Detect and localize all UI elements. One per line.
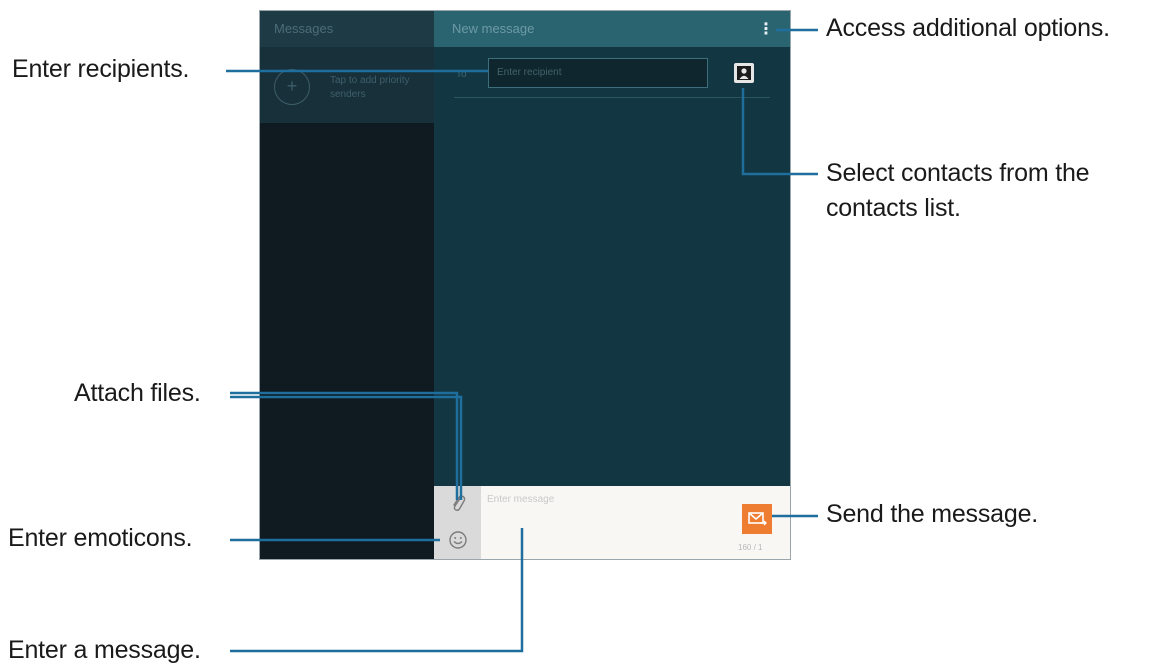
message-input[interactable]: Enter message bbox=[481, 486, 731, 559]
send-envelope-icon bbox=[748, 512, 767, 526]
compose-header: New message ⋮ bbox=[434, 11, 790, 47]
contacts-icon[interactable] bbox=[734, 63, 754, 83]
send-button[interactable] bbox=[742, 504, 772, 534]
callout-options: Access additional options. bbox=[826, 14, 1110, 42]
phone-screen: Messages + Tap to add priority senders N… bbox=[259, 10, 791, 560]
add-priority-sender-icon[interactable]: + bbox=[274, 69, 310, 105]
recipient-divider bbox=[454, 97, 770, 98]
recipient-label: To bbox=[456, 69, 467, 80]
compose-pane: New message ⋮ To Enter recipient Enter m… bbox=[434, 11, 790, 559]
compose-title: New message bbox=[452, 21, 535, 36]
callout-emoticons: Enter emoticons. bbox=[8, 524, 193, 552]
callout-contacts-line1: Select contacts from the bbox=[826, 159, 1090, 187]
priority-senders-card[interactable]: + Tap to add priority senders bbox=[260, 47, 434, 123]
character-counter: 160 / 1 bbox=[738, 543, 763, 552]
priority-senders-text: Tap to add priority senders bbox=[330, 75, 410, 100]
left-header: Messages bbox=[260, 11, 434, 47]
more-options-icon[interactable]: ⋮ bbox=[758, 19, 774, 39]
paperclip-icon[interactable] bbox=[449, 492, 467, 514]
conversation-list-pane: Messages + Tap to add priority senders bbox=[260, 11, 434, 559]
callout-attach: Attach files. bbox=[74, 379, 201, 407]
messages-title: Messages bbox=[274, 21, 334, 36]
recipient-input[interactable]: Enter recipient bbox=[488, 58, 708, 88]
message-compose-bar: Enter message 160 / 1 bbox=[434, 486, 790, 559]
message-placeholder: Enter message bbox=[487, 494, 555, 505]
callout-recipients: Enter recipients. bbox=[12, 55, 190, 83]
callout-send: Send the message. bbox=[826, 500, 1039, 528]
callout-contacts-line2: contacts list. bbox=[826, 194, 961, 222]
callout-message: Enter a message. bbox=[8, 636, 201, 664]
emoticon-icon[interactable] bbox=[448, 530, 468, 550]
attachment-icon-column bbox=[434, 486, 481, 559]
